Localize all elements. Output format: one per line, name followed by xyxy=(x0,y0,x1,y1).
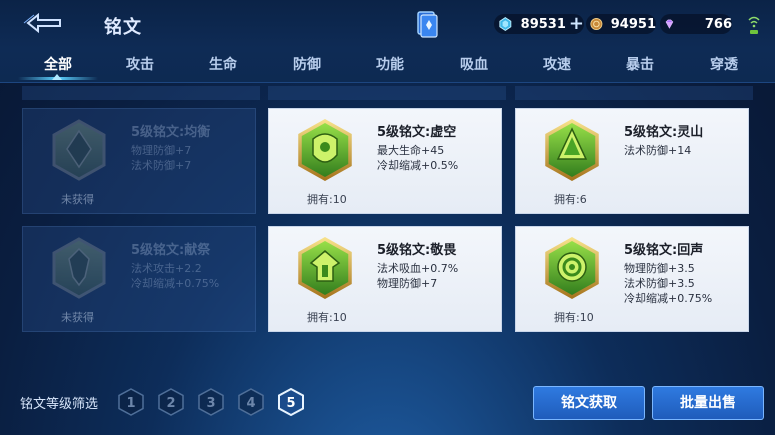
inscription-stats: 法术攻击+2.2 冷却缩减+0.75% xyxy=(131,262,220,290)
inscription-name: 5级铭文:献祭 xyxy=(131,243,211,258)
owned-count: 拥有:10 xyxy=(307,311,347,324)
inscription-stats: 物理防御+7 法术防御+7 xyxy=(131,144,192,172)
owned-count: 未获得 xyxy=(61,311,94,324)
owned-count: 拥有:10 xyxy=(554,311,594,324)
inscription-card[interactable]: 5级铭文:灵山 法术防御+14 拥有:6 xyxy=(515,108,749,214)
inscription-card[interactable]: 5级铭文:敬畏 法术吸血+0.7% 物理防御+7 拥有:10 xyxy=(268,226,502,332)
inscription-name: 5级铭文:虚空 xyxy=(377,125,457,140)
svg-text:2: 2 xyxy=(166,396,175,411)
level-filter-2[interactable]: 2 xyxy=(158,388,184,416)
gem-icon xyxy=(665,19,674,29)
gold-coin-icon xyxy=(590,18,603,30)
page-title: 铭文 xyxy=(104,17,142,38)
diamond-balance: 89531 + xyxy=(494,14,584,34)
back-arrow-icon[interactable] xyxy=(20,10,68,36)
diamond-icon xyxy=(499,17,512,31)
tab-attack-speed[interactable]: 攻速 xyxy=(517,54,597,74)
level-filter-1[interactable]: 1 xyxy=(118,388,144,416)
partial-card-strip xyxy=(268,86,506,100)
tab-utility[interactable]: 功能 xyxy=(350,54,430,74)
tab-penetration[interactable]: 穿透 xyxy=(684,54,764,74)
gold-amount: 94951 xyxy=(610,16,656,32)
partial-card-strip xyxy=(515,86,753,100)
level-filter-3[interactable]: 3 xyxy=(198,388,224,416)
svg-text:5: 5 xyxy=(286,396,295,411)
active-tab-marker-icon xyxy=(52,74,62,80)
owned-count: 未获得 xyxy=(61,193,94,206)
owned-count: 拥有:6 xyxy=(554,193,587,206)
diamond-amount: 89531 xyxy=(520,16,566,32)
top-bar: 铭文 89531 + 94951 766 xyxy=(0,0,775,48)
inscription-stats: 法术防御+14 xyxy=(624,144,692,157)
inscription-stats: 最大生命+45 冷却缩减+0.5% xyxy=(377,144,459,172)
level-filter-label: 铭文等级筛选 xyxy=(20,397,99,412)
tab-health[interactable]: 生命 xyxy=(183,54,263,74)
inscription-card[interactable]: 5级铭文:虚空 最大生命+45 冷却缩减+0.5% 拥有:10 xyxy=(268,108,502,214)
inscription-card[interactable]: 5级铭文:献祭 法术攻击+2.2 冷却缩减+0.75% 未获得 xyxy=(22,226,256,332)
inscription-card[interactable]: 5级铭文:均衡 物理防御+7 法术防御+7 未获得 xyxy=(22,108,256,214)
inscription-card[interactable]: 5级铭文:回声 物理防御+3.5 法术防御+3.5 冷却缩减+0.75% 拥有:10 xyxy=(515,226,749,332)
inscription-emblem-icon xyxy=(52,119,106,181)
inscription-emblem-icon xyxy=(298,119,352,181)
gold-balance: 94951 xyxy=(586,14,656,34)
tab-attack[interactable]: 攻击 xyxy=(100,54,180,74)
card-deck-icon[interactable] xyxy=(416,10,438,38)
bulk-sell-button[interactable]: 批量出售 xyxy=(652,386,764,420)
add-diamond-button[interactable]: + xyxy=(569,15,584,33)
svg-text:4: 4 xyxy=(246,396,255,411)
inscription-emblem-icon xyxy=(545,119,599,181)
gem-amount: 766 xyxy=(704,16,732,32)
category-tabs: 全部 攻击 生命 防御 功能 吸血 攻速 暴击 穿透 xyxy=(0,48,775,83)
level-filter-4[interactable]: 4 xyxy=(238,388,264,416)
owned-count: 拥有:10 xyxy=(307,193,347,206)
inscription-name: 5级铭文:均衡 xyxy=(131,125,211,140)
inscription-emblem-icon xyxy=(545,237,599,299)
level-filter-5[interactable]: 5 xyxy=(278,388,304,416)
inscription-emblem-icon xyxy=(52,237,106,299)
inscription-emblem-icon xyxy=(298,237,352,299)
svg-text:1: 1 xyxy=(126,396,135,411)
svg-text:3: 3 xyxy=(206,396,215,411)
inscription-name: 5级铭文:回声 xyxy=(624,243,704,258)
gem-balance: 766 xyxy=(660,14,732,34)
partial-card-strip xyxy=(22,86,260,100)
obtain-inscription-button[interactable]: 铭文获取 xyxy=(533,386,645,420)
inscription-stats: 法术吸血+0.7% 物理防御+7 xyxy=(377,262,459,290)
tab-all[interactable]: 全部 xyxy=(18,54,98,74)
inscription-stats: 物理防御+3.5 法术防御+3.5 冷却缩减+0.75% xyxy=(624,262,713,305)
tab-defense[interactable]: 防御 xyxy=(267,54,347,74)
wifi-signal-icon xyxy=(748,16,760,34)
tab-lifesteal[interactable]: 吸血 xyxy=(434,54,514,74)
tab-critical[interactable]: 暴击 xyxy=(600,54,680,74)
inscription-name: 5级铭文:敬畏 xyxy=(377,243,457,258)
inscription-name: 5级铭文:灵山 xyxy=(624,125,704,140)
